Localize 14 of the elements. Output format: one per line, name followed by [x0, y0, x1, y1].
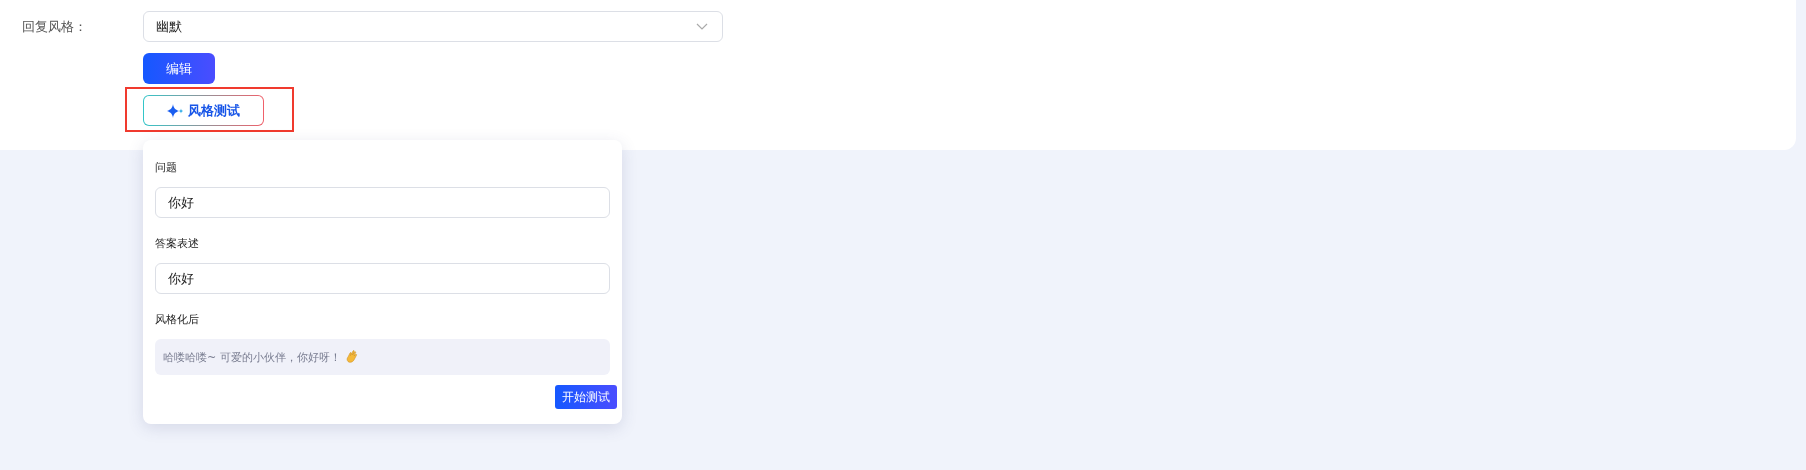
- start-test-button[interactable]: 开始测试: [555, 385, 617, 409]
- input-field[interactable]: 你好: [155, 263, 610, 294]
- result-text: 哈喽哈喽~ 可爱的小伙伴，你好呀！: [163, 349, 341, 365]
- chevron-down-icon: [696, 23, 708, 30]
- sparkle-icon: [167, 103, 184, 118]
- field-label: 风格化后: [155, 312, 200, 327]
- field-label: 问题: [155, 160, 178, 175]
- field-label: 答案表述: [155, 236, 200, 251]
- style-test-button[interactable]: 风格测试: [143, 95, 264, 126]
- style-select[interactable]: 幽默: [143, 11, 723, 42]
- input-field[interactable]: 你好: [155, 187, 610, 218]
- field-label: 回复风格：: [21, 17, 88, 36]
- edit-button[interactable]: 编辑: [143, 53, 215, 84]
- waving-hand-icon: [344, 350, 359, 364]
